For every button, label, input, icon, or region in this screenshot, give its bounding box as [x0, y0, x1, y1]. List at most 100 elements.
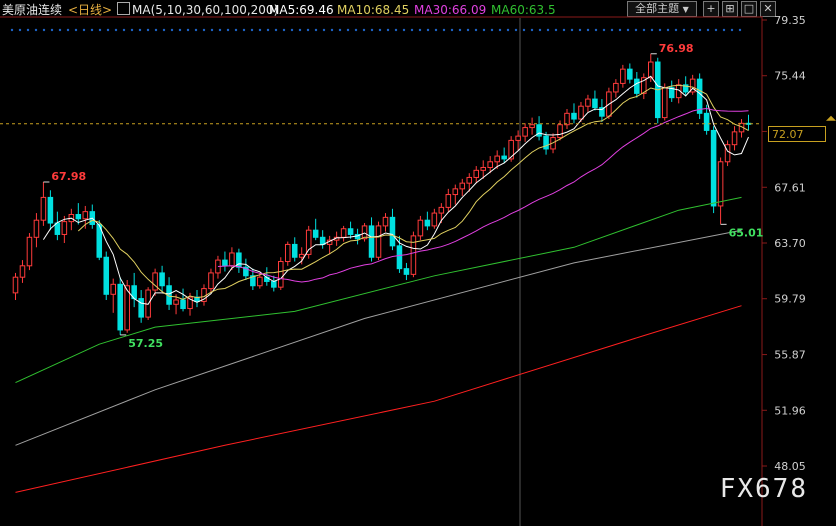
candle-body	[61, 221, 68, 235]
y-tick-label: 51.96	[774, 404, 806, 417]
grid-dot	[378, 28, 382, 32]
candle-body	[110, 283, 116, 295]
grid-dot	[18, 28, 22, 32]
candle-body	[291, 243, 298, 258]
grid-dot	[170, 28, 174, 32]
grid-dot	[394, 28, 398, 32]
grid-dot	[450, 28, 454, 32]
grid-dot	[282, 28, 286, 32]
y-tick-label: 48.05	[774, 460, 806, 473]
grid-dot	[386, 28, 390, 32]
grid-dot	[338, 28, 342, 32]
candle-body	[396, 245, 403, 270]
candle-body	[159, 272, 165, 287]
grid-dot	[26, 28, 30, 32]
candle-body	[389, 216, 396, 247]
grid-dot	[162, 28, 166, 32]
grid-dot	[42, 28, 46, 32]
candle-body	[564, 112, 570, 126]
grid-dot	[266, 28, 270, 32]
y-tick-label: 75.44	[774, 70, 806, 83]
grid-dot	[506, 28, 510, 32]
candle-body	[312, 229, 319, 238]
grid-dot	[666, 28, 670, 32]
grid-dot	[498, 28, 502, 32]
candle-body	[403, 268, 410, 275]
grid-dot	[482, 28, 486, 32]
grid-dot	[178, 28, 182, 32]
grid-dot	[210, 28, 214, 32]
candle-body	[620, 68, 626, 84]
candle-body	[487, 161, 493, 168]
candle-body	[634, 78, 640, 94]
annotation-label: 76.98	[659, 42, 694, 55]
candle-body	[75, 214, 82, 220]
grid-dot	[618, 28, 622, 32]
grid-dot	[578, 28, 582, 32]
grid-dot	[426, 28, 430, 32]
grid-dot	[530, 28, 534, 32]
candle-body	[222, 259, 228, 267]
grid-dot	[298, 28, 302, 32]
grid-dot	[674, 28, 678, 32]
grid-dot	[234, 28, 238, 32]
grid-dot	[10, 28, 14, 32]
candle-body	[466, 176, 473, 184]
grid-dot	[586, 28, 590, 32]
candle-body	[710, 129, 717, 207]
grid-dot	[706, 28, 710, 32]
grid-dot	[250, 28, 254, 32]
grid-dot	[154, 28, 158, 32]
grid-dot	[90, 28, 94, 32]
candle-body	[501, 155, 507, 160]
candle-body	[648, 61, 654, 79]
grid-dot	[514, 28, 518, 32]
candle-body	[578, 105, 584, 120]
grid-dot	[58, 28, 62, 32]
current-price-label: 72.07	[768, 126, 826, 142]
grid-dot	[306, 28, 310, 32]
candle-body	[382, 216, 389, 227]
candle-body	[515, 135, 521, 141]
candle-body	[661, 87, 668, 119]
grid-dot	[626, 28, 630, 32]
grid-dot	[362, 28, 366, 32]
candle-body	[347, 228, 354, 235]
y-tick-label: 55.87	[774, 349, 806, 362]
y-tick-label: 79.35	[774, 14, 806, 27]
candle-body	[103, 256, 110, 295]
candle-body	[731, 131, 738, 146]
grid-dot	[74, 28, 78, 32]
candle-body	[473, 169, 480, 178]
grid-dot	[458, 28, 462, 32]
grid-dot	[602, 28, 606, 32]
candle-body	[26, 236, 33, 267]
annotation-label: 57.25	[128, 337, 163, 350]
ma5-line	[42, 75, 749, 305]
grid-dot	[418, 28, 422, 32]
annotation-label: 67.98	[51, 170, 86, 183]
grid-dot	[698, 28, 702, 32]
candle-body	[375, 225, 382, 258]
grid-dot	[186, 28, 190, 32]
grid-dot	[650, 28, 654, 32]
candle-body	[529, 124, 535, 129]
candle-body	[543, 135, 549, 150]
grid-dot	[642, 28, 646, 32]
grid-dot	[354, 28, 358, 32]
candle-body	[431, 212, 438, 227]
grid-dot	[290, 28, 294, 32]
candle-body	[494, 155, 500, 163]
candle-body	[717, 161, 724, 207]
candle-body	[33, 219, 40, 238]
candlestick-chart[interactable]: 79.3575.4471.5367.6163.7059.7955.8751.96…	[0, 0, 836, 526]
grid-dot	[730, 28, 734, 32]
grid-dot	[554, 28, 558, 32]
grid-dot	[402, 28, 406, 32]
grid-dot	[546, 28, 550, 32]
candle-body	[271, 280, 277, 288]
candle-body	[82, 211, 89, 220]
candle-body	[117, 283, 123, 331]
grid-dot	[202, 28, 206, 32]
candle-body	[19, 265, 26, 278]
